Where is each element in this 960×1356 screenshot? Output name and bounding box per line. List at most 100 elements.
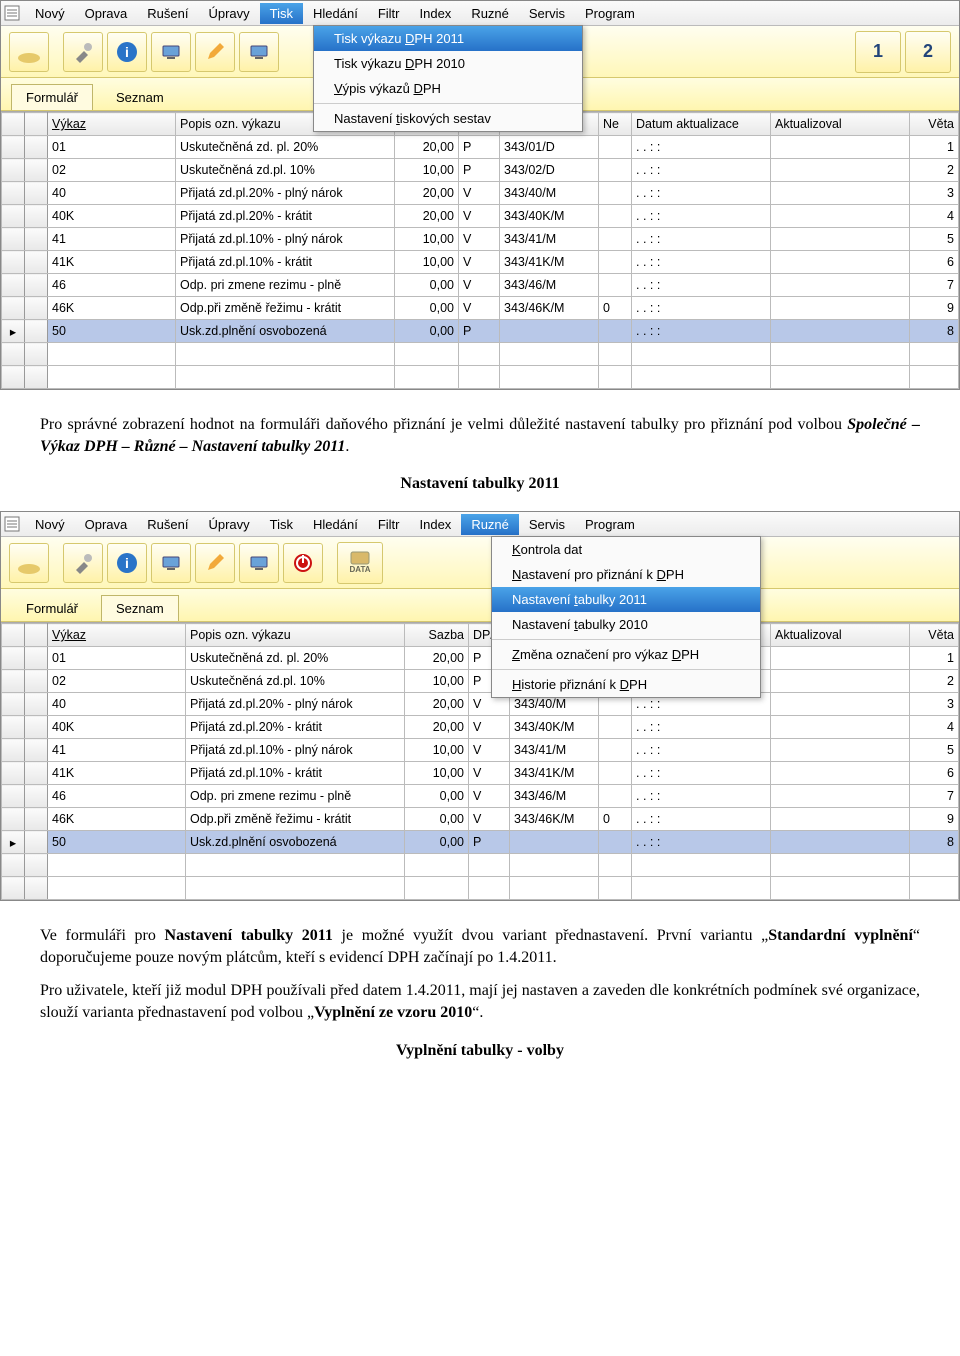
- menu-hledání[interactable]: Hledání: [303, 514, 368, 535]
- table-row[interactable]: 46KOdp.při změně řežimu - krátit0,00V343…: [2, 297, 959, 320]
- table-row[interactable]: 40KPřijatá zd.pl.20% - krátit20,00V343/4…: [2, 205, 959, 228]
- menu-item[interactable]: Nastavení pro přiznání k DPH: [492, 562, 760, 587]
- table-row[interactable]: 01Uskutečněná zd. pl. 20%20,00P343/01/D.…: [2, 136, 959, 159]
- menu-tisk[interactable]: Tisk: [260, 514, 303, 535]
- svg-text:i: i: [125, 44, 129, 60]
- menu-item[interactable]: Nastavení tiskových sestav: [314, 106, 582, 131]
- table-row[interactable]: 40Přijatá zd.pl.20% - plný nárok20,00V34…: [2, 182, 959, 205]
- grid-gutter: [2, 624, 25, 647]
- table-row[interactable]: ▸50Usk.zd.plnění osvobozená0,00P. . : :8: [2, 320, 959, 343]
- table-row[interactable]: 41Přijatá zd.pl.10% - plný nárok10,00V34…: [2, 739, 959, 762]
- toolbar-btn-tools[interactable]: [63, 32, 103, 72]
- col-veta[interactable]: Věta: [910, 624, 959, 647]
- toolbar-btn-edit[interactable]: [195, 543, 235, 583]
- table-row[interactable]: 41KPřijatá zd.pl.10% - krátit10,00V343/4…: [2, 251, 959, 274]
- toolbar-btn-data[interactable]: DATA: [337, 542, 383, 584]
- menu-item[interactable]: Tisk výkazu DPH 2010: [314, 51, 582, 76]
- app-screenshot-ruzne: NovýOpravaRušeníÚpravyTiskHledáníFiltrIn…: [0, 511, 960, 901]
- table-row[interactable]: 40Přijatá zd.pl.20% - plný nárok20,00V34…: [2, 693, 959, 716]
- toolbar-btn-info[interactable]: i: [107, 32, 147, 72]
- toolbar-btn-pc2[interactable]: [239, 32, 279, 72]
- svg-text:i: i: [125, 555, 129, 571]
- menu-item[interactable]: Kontrola dat: [492, 537, 760, 562]
- toolbar-logo[interactable]: [9, 543, 49, 583]
- col-vykaz[interactable]: Výkaz: [48, 113, 176, 136]
- col-aktual[interactable]: Aktualizoval: [771, 624, 910, 647]
- col-vykaz[interactable]: Výkaz: [48, 624, 186, 647]
- menu-filtr[interactable]: Filtr: [368, 3, 410, 24]
- col-aktual[interactable]: Aktualizoval: [771, 113, 910, 136]
- menu-index[interactable]: Index: [410, 514, 462, 535]
- menu-oprava[interactable]: Oprava: [75, 3, 138, 24]
- menu-nový[interactable]: Nový: [25, 3, 75, 24]
- app-icon: [3, 4, 21, 22]
- menu-hledání[interactable]: Hledání: [303, 3, 368, 24]
- toolbar-btn-1[interactable]: 1: [855, 31, 901, 73]
- menu-ruzné[interactable]: Ruzné: [461, 514, 519, 535]
- menu-item[interactable]: Nastavení tabulky 2011: [492, 587, 760, 612]
- grid-gutter: [2, 113, 25, 136]
- menu-filtr[interactable]: Filtr: [368, 514, 410, 535]
- table-row[interactable]: 41KPřijatá zd.pl.10% - krátit10,00V343/4…: [2, 762, 959, 785]
- menu-oprava[interactable]: Oprava: [75, 514, 138, 535]
- menu-servis[interactable]: Servis: [519, 3, 575, 24]
- menu-tisk[interactable]: Tisk: [260, 3, 303, 24]
- tab-seznam[interactable]: Seznam: [101, 84, 179, 110]
- tab-seznam[interactable]: Seznam: [101, 595, 179, 621]
- table-row[interactable]: 41Přijatá zd.pl.10% - plný nárok10,00V34…: [2, 228, 959, 251]
- col-datum[interactable]: Datum aktualizace: [632, 113, 771, 136]
- table-row[interactable]: 46KOdp.při změně řežimu - krátit0,00V343…: [2, 808, 959, 831]
- menu-rušení[interactable]: Rušení: [137, 3, 198, 24]
- toolbar-btn-info[interactable]: i: [107, 543, 147, 583]
- toolbar-btn-power[interactable]: [283, 543, 323, 583]
- col-sazba[interactable]: Sazba: [405, 624, 469, 647]
- table-row[interactable]: 01Uskutečněná zd. pl. 20%20,00P343/01/D.…: [2, 647, 959, 670]
- table-row[interactable]: 46Odp. pri zmene rezimu - plně0,00V343/4…: [2, 785, 959, 808]
- menu-servis[interactable]: Servis: [519, 514, 575, 535]
- doc-heading-2: Vyplnění tabulky - volby: [0, 1042, 960, 1060]
- menu-item[interactable]: Změna označení pro výkaz DPH: [492, 642, 760, 667]
- col-popis[interactable]: Popis ozn. výkazu: [186, 624, 405, 647]
- doc-paragraph-3: Pro uživatele, kteří již modul DPH použí…: [40, 980, 920, 1023]
- tabs: Formulář Seznam: [1, 589, 959, 622]
- menu-item[interactable]: Historie přiznání k DPH: [492, 672, 760, 697]
- app-screenshot-tisk: NovýOpravaRušeníÚpravyTiskHledáníFiltrIn…: [0, 0, 960, 390]
- toolbar-btn-tools[interactable]: [63, 543, 103, 583]
- tab-formular[interactable]: Formulář: [11, 84, 93, 110]
- menu-program[interactable]: Program: [575, 3, 645, 24]
- toolbar-logo[interactable]: [9, 32, 49, 72]
- table-row[interactable]: 02Uskutečněná zd.pl. 10%10,00P343/02/D. …: [2, 159, 959, 182]
- menu-item[interactable]: Tisk výkazu DPH 2011: [314, 26, 582, 51]
- grid-gutter: [25, 113, 48, 136]
- table-row[interactable]: 46Odp. pri zmene rezimu - plně0,00V343/4…: [2, 274, 959, 297]
- menu-program[interactable]: Program: [575, 514, 645, 535]
- grid-gutter: [25, 624, 48, 647]
- table-row[interactable]: 40KPřijatá zd.pl.20% - krátit20,00V343/4…: [2, 716, 959, 739]
- toolbar-btn-pc[interactable]: [151, 543, 191, 583]
- doc-heading-1: Nastavení tabulky 2011: [0, 475, 960, 493]
- menu-nový[interactable]: Nový: [25, 514, 75, 535]
- col-ne[interactable]: Ne: [599, 113, 632, 136]
- menubar: NovýOpravaRušeníÚpravyTiskHledáníFiltrIn…: [1, 512, 959, 537]
- table-row[interactable]: 02Uskutečněná zd.pl. 10%10,00P343/02/D. …: [2, 670, 959, 693]
- toolbar-btn-2[interactable]: 2: [905, 31, 951, 73]
- menu-úpravy[interactable]: Úpravy: [198, 514, 259, 535]
- menu-ruzné[interactable]: Ruzné: [461, 3, 519, 24]
- grid: VýkazPopis ozn. výkazuSazbaDP/VÚčet daně…: [1, 111, 959, 389]
- toolbar: i DATA: [1, 537, 959, 589]
- menu-index[interactable]: Index: [410, 3, 462, 24]
- menu-item[interactable]: Nastavení tabulky 2010: [492, 612, 760, 637]
- toolbar-btn-pc[interactable]: [151, 32, 191, 72]
- tab-formular[interactable]: Formulář: [11, 595, 93, 621]
- col-veta[interactable]: Věta: [910, 113, 959, 136]
- table-row-empty: [2, 877, 959, 900]
- table-row[interactable]: ▸50Usk.zd.plnění osvobozená0,00P. . : :8: [2, 831, 959, 854]
- menu-úpravy[interactable]: Úpravy: [198, 3, 259, 24]
- menubar: NovýOpravaRušeníÚpravyTiskHledáníFiltrIn…: [1, 1, 959, 26]
- toolbar-btn-pc2[interactable]: [239, 543, 279, 583]
- toolbar-btn-edit[interactable]: [195, 32, 235, 72]
- table-row-empty: [2, 343, 959, 366]
- app-icon: [3, 515, 21, 533]
- menu-item[interactable]: Výpis výkazů DPH: [314, 76, 582, 101]
- menu-rušení[interactable]: Rušení: [137, 514, 198, 535]
